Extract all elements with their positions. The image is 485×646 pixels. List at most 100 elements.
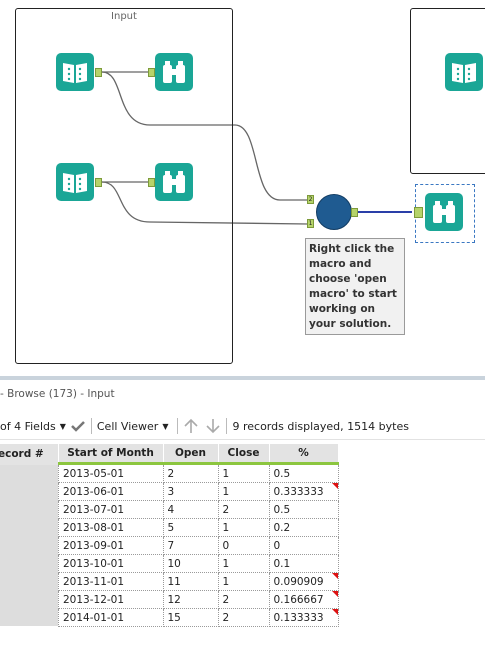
table-cell[interactable]: 2013-06-01 [58,482,164,501]
results-grid-area: ecord # Start of Month Open Close % 2013… [0,440,485,646]
column-header-start-of-month[interactable]: Start of Month [58,444,164,465]
input-anchor[interactable] [148,68,155,77]
column-header-percent[interactable]: % [269,444,339,465]
column-header-open[interactable]: Open [163,444,219,465]
table-row[interactable]: 2013-09-01 7 0 0 [58,536,339,555]
fields-dropdown[interactable]: of 4 Fields ▼ [0,413,86,439]
book-icon [452,63,476,83]
table-cell[interactable]: 2013-12-01 [58,590,164,609]
macro-tool[interactable] [316,194,352,230]
records-status: 9 records displayed, 1514 bytes [232,419,409,433]
workflow-canvas[interactable]: Input 2 1 Right click the macro and choo… [0,0,485,378]
table-row[interactable]: 2013-05-01 2 1 0.5 [58,463,339,483]
fields-label: of 4 Fields [0,419,56,433]
column-header-close[interactable]: Close [218,444,270,465]
table-cell[interactable]: 0.1 [268,554,339,573]
caret-down-icon: ▼ [59,421,66,431]
toolbar-divider [177,418,179,434]
output-anchor[interactable] [95,68,102,77]
table-row[interactable]: 2013-12-01 12 2 0.166667 [58,590,339,609]
table-cell[interactable]: 0.5 [268,463,339,483]
table-row[interactable]: 2013-07-01 4 2 0.5 [58,500,339,519]
input-anchor[interactable] [148,178,155,187]
arrow-up-icon [184,418,199,433]
truncated-value-indicator [331,573,338,579]
binoculars-icon [433,201,455,223]
book-icon [63,63,87,83]
table-cell[interactable]: 3 [162,482,219,501]
table-cell[interactable]: 0.333333 [268,482,339,501]
toolbar-divider [90,418,92,434]
table-cell[interactable]: 1 [217,554,270,573]
table-cell[interactable]: 10 [162,554,219,573]
macro-input-anchor-2[interactable]: 1 [307,219,314,228]
input-data-tool[interactable] [56,163,94,201]
truncated-value-indicator [331,483,338,489]
browse-tool[interactable] [155,163,193,201]
table-cell[interactable]: 2013-08-01 [58,518,164,537]
truncated-value-indicator [331,591,338,597]
table-cell[interactable]: 4 [162,500,219,519]
table-cell[interactable]: 0 [217,536,270,555]
results-table: Start of Month Open Close % 2013-05-01 2 1… [58,444,339,627]
table-cell[interactable]: 0.090909 [268,572,339,591]
table-cell[interactable]: 1 [217,572,270,591]
table-row[interactable]: 2013-06-01 3 1 0.333333 [58,482,339,501]
binoculars-icon [163,61,185,83]
table-cell[interactable]: 1 [217,482,270,501]
record-number-header: ecord # [0,444,58,465]
secondary-container[interactable] [410,8,485,174]
macro-input-anchor-1[interactable]: 2 [307,195,314,204]
input-container[interactable]: Input [15,8,233,364]
binoculars-icon [163,171,185,193]
table-cell[interactable]: 2 [217,590,270,609]
table-cell[interactable]: 1 [217,518,270,537]
book-icon [63,173,87,193]
checkmark-icon[interactable] [70,419,86,433]
input-data-tool[interactable] [445,53,483,91]
table-cell[interactable]: 5 [162,518,219,537]
table-row[interactable]: 2013-11-01 11 1 0.090909 [58,572,339,591]
comment-box[interactable]: Right click the macro and choose 'open m… [305,238,405,335]
navigate-down-button[interactable] [205,413,221,439]
results-title: - Browse (173) - Input [0,388,115,400]
table-row[interactable]: 2013-10-01 10 1 0.1 [58,554,339,573]
table-cell[interactable]: 0.133333 [268,608,339,627]
table-cell[interactable]: 11 [162,572,219,591]
truncated-value-indicator [331,609,338,615]
input-data-tool[interactable] [56,53,94,91]
container-title: Input [111,11,137,22]
table-row[interactable]: 2013-08-01 5 1 0.2 [58,518,339,537]
cell-viewer-dropdown[interactable]: Cell Viewer ▼ [97,413,173,439]
output-anchor[interactable] [95,178,102,187]
browse-tool[interactable] [425,193,463,231]
table-cell[interactable]: 2013-10-01 [58,554,164,573]
table-cell[interactable]: 15 [162,608,219,627]
table-cell[interactable]: 0.5 [268,500,339,519]
table-cell[interactable]: 2 [217,608,270,627]
table-cell[interactable]: 0 [268,536,339,555]
table-row[interactable]: 2014-01-01 15 2 0.133333 [58,608,339,627]
table-cell[interactable]: 2 [217,500,270,519]
table-cell[interactable]: 2013-11-01 [58,572,164,591]
table-cell[interactable]: 0.166667 [268,590,339,609]
navigate-up-button[interactable] [183,413,199,439]
table-header-row: Start of Month Open Close % [58,444,339,465]
record-number-column [0,444,58,626]
input-anchor[interactable] [414,207,423,218]
table-cell[interactable]: 0.2 [268,518,339,537]
table-cell[interactable]: 7 [162,536,219,555]
results-table-body: 2013-05-01 2 1 0.5 2013-06-01 3 1 0.333333 2013-… [58,463,339,627]
table-cell[interactable]: 2013-05-01 [58,463,164,483]
pane-splitter[interactable] [0,376,485,380]
table-cell[interactable]: 12 [162,590,219,609]
viewer-label: Cell Viewer [96,419,159,433]
caret-down-icon: ▼ [162,421,169,431]
table-cell[interactable]: 2013-09-01 [58,536,164,555]
browse-tool[interactable] [155,53,193,91]
macro-output-anchor[interactable] [351,208,358,217]
table-cell[interactable]: 1 [217,463,270,483]
table-cell[interactable]: 2013-07-01 [58,500,164,519]
table-cell[interactable]: 2 [162,463,219,483]
table-cell[interactable]: 2014-01-01 [58,608,164,627]
